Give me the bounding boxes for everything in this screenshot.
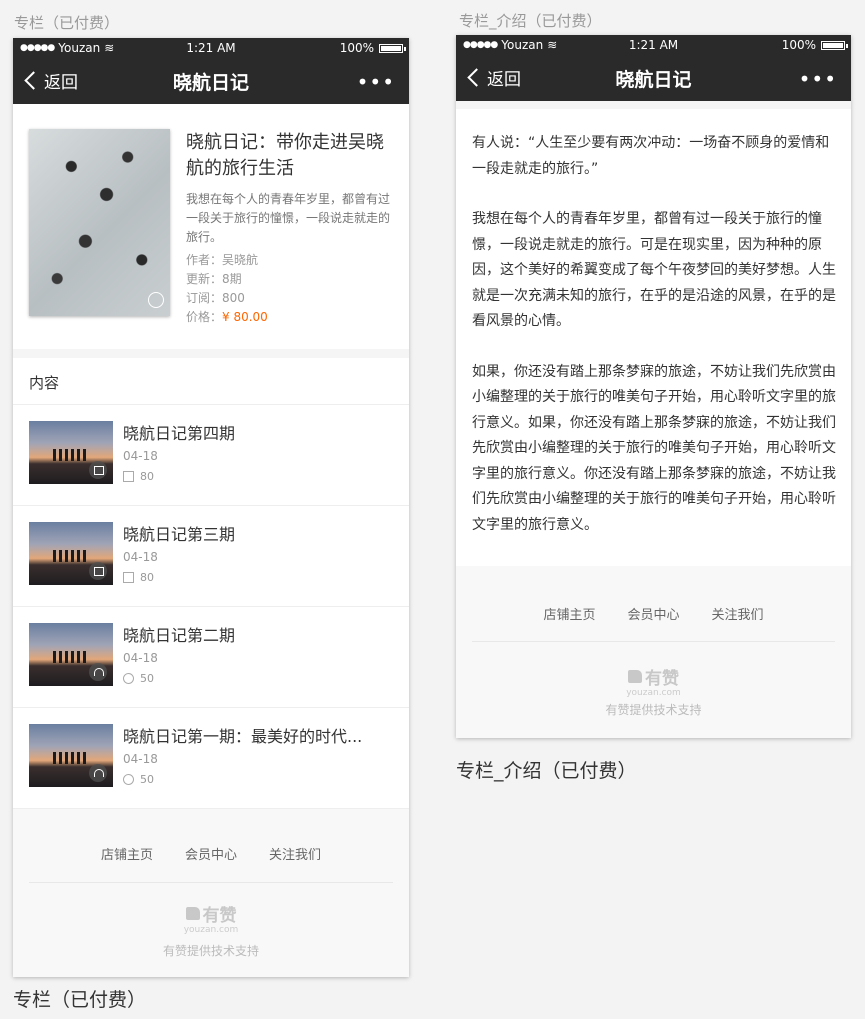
episode-stat: 50 bbox=[123, 672, 154, 685]
footer-links: 店铺主页 会员中心 关注我们 bbox=[13, 844, 409, 863]
brand-logo: 有赞 youzan.com bbox=[456, 664, 851, 698]
column-summary: 晓航日记：带你走进吴晓航的旅行生活 我想在每个人的青春年岁里，都曾有过一段关于旅… bbox=[13, 104, 409, 349]
right-screen-caption-bottom: 专栏_介绍（已付费） bbox=[456, 760, 637, 782]
more-button[interactable]: ••• bbox=[357, 70, 395, 94]
column-title: 晓航日记：带你走进吴晓航的旅行生活 bbox=[186, 132, 384, 179]
episode-date: 04-18 bbox=[123, 550, 158, 564]
article-icon bbox=[89, 461, 107, 479]
list-item[interactable]: 晓航日记第一期：最美好的时代... 04-18 50 bbox=[13, 708, 409, 809]
info-icon bbox=[148, 292, 164, 308]
column-price-row: 价格：¥ 80.00 bbox=[186, 308, 268, 325]
footer: 店铺主页 会员中心 关注我们 有赞 youzan.com 有赞提供技术支持 bbox=[456, 566, 851, 738]
battery-percent: 100% bbox=[781, 38, 816, 52]
left-screen-caption-top: 专栏（已付费） bbox=[14, 14, 120, 32]
episode-date: 04-18 bbox=[123, 651, 158, 665]
column-author: 作者：吴晓航 bbox=[186, 253, 259, 267]
episode-thumbnail bbox=[29, 421, 113, 484]
section-header: 内容 bbox=[13, 358, 409, 405]
status-bar: ●●●●● Youzan ≋ 1:21 AM 100% bbox=[456, 35, 851, 55]
tech-support-text: 有赞提供技术支持 bbox=[605, 703, 702, 717]
article-paragraph: 有人说：“人生至少要有两次冲动：一场奋不顾身的爱情和一段走就走的旅行。” bbox=[472, 135, 830, 177]
section-title: 内容 bbox=[29, 374, 60, 392]
column-description: 我想在每个人的青春年岁里，都曾有过一段关于旅行的憧憬，一段说走就走的旅行。 bbox=[186, 192, 391, 244]
play-count-icon bbox=[123, 774, 134, 785]
column-updates: 更新：8期 bbox=[186, 272, 242, 286]
episode-thumbnail bbox=[29, 522, 113, 585]
battery-percent: 100% bbox=[339, 41, 374, 55]
episode-date: 04-18 bbox=[123, 752, 158, 766]
episode-title: 晓航日记第一期：最美好的时代... bbox=[123, 727, 363, 746]
article-paragraph: 如果，你还没有踏上那条梦寐的旅途，不妨让我们先欣赏由小编整理的关于旅行的唯美句子… bbox=[472, 363, 836, 533]
episode-title: 晓航日记第四期 bbox=[123, 424, 236, 443]
column-cover-image bbox=[29, 129, 170, 316]
column-subscribers: 订阅：800 bbox=[186, 291, 245, 305]
list-item[interactable]: 晓航日记第三期 04-18 80 bbox=[13, 506, 409, 607]
member-center-link[interactable]: 会员中心 bbox=[627, 604, 679, 623]
brand-name: 有赞 bbox=[645, 669, 679, 689]
episode-title: 晓航日记第二期 bbox=[123, 626, 236, 645]
more-button[interactable]: ••• bbox=[799, 67, 837, 91]
episode-count: 80 bbox=[140, 571, 154, 584]
divider bbox=[13, 349, 409, 358]
nav-bar: 返回 晓航日记 ••• bbox=[456, 55, 851, 101]
page-title: 晓航日记 bbox=[615, 69, 692, 91]
footer-divider bbox=[472, 641, 835, 642]
tech-support-text: 有赞提供技术支持 bbox=[162, 944, 259, 958]
price-label: 价格： bbox=[186, 310, 223, 324]
right-screen-caption-top: 专栏_介绍（已付费） bbox=[459, 12, 602, 30]
episode-stat: 50 bbox=[123, 773, 154, 786]
brand-logo: 有赞 youzan.com bbox=[13, 901, 409, 935]
member-center-link[interactable]: 会员中心 bbox=[185, 844, 237, 863]
battery-icon bbox=[821, 40, 848, 50]
brand-name: 有赞 bbox=[202, 906, 237, 926]
footer-links: 店铺主页 会员中心 关注我们 bbox=[456, 604, 851, 623]
page-title: 晓航日记 bbox=[172, 72, 249, 94]
footer-divider bbox=[29, 882, 393, 883]
thumbs-up-icon bbox=[628, 670, 642, 683]
left-screen-caption-bottom: 专栏（已付费） bbox=[13, 989, 147, 1011]
episode-thumbnail bbox=[29, 623, 113, 686]
footer: 店铺主页 会员中心 关注我们 有赞 youzan.com 有赞提供技术支持 bbox=[13, 809, 409, 977]
episode-title: 晓航日记第三期 bbox=[123, 525, 236, 544]
column-intro-article: 有人说：“人生至少要有两次冲动：一场奋不顾身的爱情和一段走就走的旅行。” 我想在… bbox=[472, 131, 836, 563]
shop-home-link[interactable]: 店铺主页 bbox=[543, 604, 595, 623]
episode-thumbnail bbox=[29, 724, 113, 787]
follow-us-link[interactable]: 关注我们 bbox=[712, 604, 764, 623]
article-icon bbox=[89, 562, 107, 580]
brand-domain: youzan.com bbox=[626, 688, 681, 698]
episode-count: 50 bbox=[140, 773, 154, 786]
battery-icon bbox=[379, 43, 406, 53]
price-value: ¥ 80.00 bbox=[222, 310, 268, 324]
shop-home-link[interactable]: 店铺主页 bbox=[101, 844, 153, 863]
column-screen: ●●●●● Youzan ≋ 1:21 AM 100% 返回 晓航日记 ••• 晓航… bbox=[13, 38, 409, 977]
play-count-icon bbox=[123, 673, 134, 684]
divider bbox=[456, 101, 851, 109]
episode-stat: 80 bbox=[123, 571, 154, 584]
read-count-icon bbox=[123, 471, 134, 482]
headphones-icon bbox=[89, 663, 107, 681]
nav-bar: 返回 晓航日记 ••• bbox=[13, 58, 409, 104]
read-count-icon bbox=[123, 572, 134, 583]
episode-stat: 80 bbox=[123, 470, 154, 483]
list-item[interactable]: 晓航日记第四期 04-18 80 bbox=[13, 405, 409, 506]
episode-count: 80 bbox=[140, 470, 154, 483]
headphones-icon bbox=[89, 764, 107, 782]
thumbs-up-icon bbox=[185, 907, 200, 920]
brand-domain: youzan.com bbox=[183, 925, 239, 935]
status-bar: ●●●●● Youzan ≋ 1:21 AM 100% bbox=[13, 38, 409, 58]
follow-us-link[interactable]: 关注我们 bbox=[269, 844, 321, 863]
list-item[interactable]: 晓航日记第二期 04-18 50 bbox=[13, 607, 409, 708]
article-paragraph: 我想在每个人的青春年岁里，都曾有过一段关于旅行的憧憬，一段说走就走的旅行。可是在… bbox=[472, 211, 836, 329]
column-intro-screen: ●●●●● Youzan ≋ 1:21 AM 100% 返回 晓航日记 ••• 有人… bbox=[456, 35, 851, 738]
episode-date: 04-18 bbox=[123, 449, 158, 463]
episode-count: 50 bbox=[140, 672, 154, 685]
